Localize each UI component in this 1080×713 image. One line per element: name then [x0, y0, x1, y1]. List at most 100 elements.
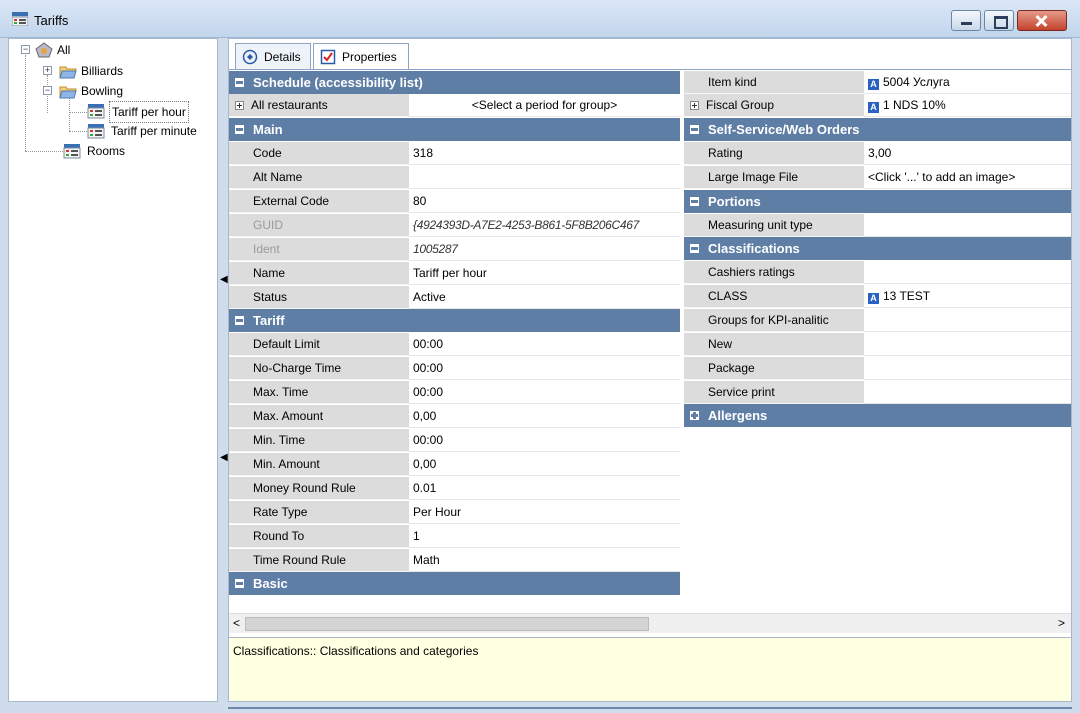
property-row-class[interactable]: CLASS A 13 TEST: [684, 285, 1071, 308]
property-row-external-code[interactable]: External Code 80: [229, 190, 680, 213]
tree-item-tariff-per-hour[interactable]: Tariff per hour: [9, 101, 209, 123]
section-self-service[interactable]: Self-Service/Web Orders: [684, 118, 1071, 141]
collapse-icon[interactable]: [690, 197, 699, 206]
property-value[interactable]: <Click '...' to add an image>: [864, 166, 1071, 189]
property-value[interactable]: 0,00: [409, 453, 680, 476]
details-icon: [242, 49, 258, 65]
property-row-measuring-unit[interactable]: Measuring unit type: [684, 214, 1071, 237]
tab-properties[interactable]: Properties: [313, 43, 409, 69]
section-classifications[interactable]: Classifications: [684, 237, 1071, 260]
property-value[interactable]: [409, 166, 680, 189]
property-value[interactable]: A 5004 Услуга: [864, 71, 1071, 94]
scroll-thumb[interactable]: [245, 617, 649, 631]
property-value[interactable]: [864, 357, 1071, 380]
property-row-name[interactable]: Name Tariff per hour: [229, 262, 680, 285]
property-row-fiscal-group[interactable]: Fiscal Group A 1 NDS 10%: [684, 94, 1071, 117]
property-name: Code: [229, 142, 409, 165]
collapse-icon[interactable]: [690, 125, 699, 134]
property-value[interactable]: 00:00: [409, 333, 680, 356]
tariff-tree: − All + Billiards − Bowling Tariff per h…: [8, 38, 218, 702]
property-row-alt-name[interactable]: Alt Name: [229, 166, 680, 189]
tree-item-bowling[interactable]: − Bowling: [9, 81, 209, 101]
property-name: Rating: [684, 142, 864, 165]
panel-splitter[interactable]: ◀ ◀: [218, 38, 228, 702]
collapse-icon[interactable]: [235, 579, 244, 588]
property-name: Min. Amount: [229, 453, 409, 476]
section-tariff[interactable]: Tariff: [229, 309, 680, 332]
collapse-icon[interactable]: [235, 78, 244, 87]
property-row-new[interactable]: New: [684, 333, 1071, 356]
section-basic[interactable]: Basic: [229, 572, 680, 595]
property-value[interactable]: [864, 214, 1071, 237]
property-name: Money Round Rule: [229, 477, 409, 500]
property-row-default-limit[interactable]: Default Limit 00:00: [229, 333, 680, 356]
section-allergens[interactable]: Allergens: [684, 404, 1071, 427]
property-value[interactable]: 00:00: [409, 429, 680, 452]
maximize-button[interactable]: [984, 10, 1014, 31]
property-row-money-round-rule[interactable]: Money Round Rule 0.01: [229, 477, 680, 500]
property-value[interactable]: <Select a period for group>: [409, 94, 680, 117]
section-main[interactable]: Main: [229, 118, 680, 141]
property-row-time-round-rule[interactable]: Time Round Rule Math: [229, 549, 680, 572]
property-value[interactable]: 0.01: [409, 477, 680, 500]
property-value[interactable]: A 1 NDS 10%: [864, 94, 1071, 117]
tree-item-tariff-per-minute[interactable]: Tariff per minute: [9, 121, 209, 141]
collapse-icon[interactable]: [690, 244, 699, 253]
property-row-groups-kpi[interactable]: Groups for KPI-analitic: [684, 309, 1071, 332]
property-value[interactable]: [864, 333, 1071, 356]
scroll-left-icon[interactable]: <: [233, 616, 240, 630]
property-row-all-restaurants[interactable]: All restaurants <Select a period for gro…: [229, 94, 680, 117]
property-value[interactable]: Tariff per hour: [409, 262, 680, 285]
tab-details[interactable]: Details: [235, 43, 311, 69]
section-portions[interactable]: Portions: [684, 190, 1071, 213]
property-row-rate-type[interactable]: Rate Type Per Hour: [229, 501, 680, 524]
tree-item-billiards[interactable]: + Billiards: [9, 61, 209, 81]
property-value[interactable]: [864, 309, 1071, 332]
property-value[interactable]: 1: [409, 525, 680, 548]
property-row-min-time[interactable]: Min. Time 00:00: [229, 429, 680, 452]
property-value[interactable]: [864, 261, 1071, 284]
property-row-rating[interactable]: Rating 3,00: [684, 142, 1071, 165]
property-value[interactable]: 0,00: [409, 405, 680, 428]
expand-icon[interactable]: [690, 101, 699, 110]
property-row-service-print[interactable]: Service print: [684, 381, 1071, 404]
property-value[interactable]: [864, 381, 1071, 404]
property-row-round-to[interactable]: Round To 1: [229, 525, 680, 548]
property-row-max-time[interactable]: Max. Time 00:00: [229, 381, 680, 404]
property-row-item-kind[interactable]: Item kind A 5004 Услуга: [684, 71, 1071, 94]
property-row-min-amount[interactable]: Min. Amount 0,00: [229, 453, 680, 476]
section-schedule[interactable]: Schedule (accessibility list): [229, 71, 680, 94]
tree-item-rooms[interactable]: Rooms: [9, 141, 209, 161]
collapse-icon[interactable]: −: [43, 86, 52, 95]
tree-item-all[interactable]: − All: [9, 40, 209, 60]
property-row-large-image[interactable]: Large Image File <Click '...' to add an …: [684, 166, 1071, 189]
scroll-right-icon[interactable]: >: [1058, 616, 1065, 630]
property-value[interactable]: Active: [409, 286, 680, 309]
collapse-left-arrow-icon[interactable]: ◀: [220, 452, 228, 463]
property-value[interactable]: 00:00: [409, 381, 680, 404]
property-row-cashiers-ratings[interactable]: Cashiers ratings: [684, 261, 1071, 284]
property-value[interactable]: A 13 TEST: [864, 285, 1071, 308]
reference-badge-icon: A: [868, 79, 879, 90]
collapse-icon[interactable]: [235, 125, 244, 134]
collapse-left-arrow-icon[interactable]: ◀: [220, 274, 228, 285]
property-row-status[interactable]: Status Active: [229, 286, 680, 309]
property-row-max-amount[interactable]: Max. Amount 0,00: [229, 405, 680, 428]
property-value[interactable]: 80: [409, 190, 680, 213]
expand-icon[interactable]: +: [43, 66, 52, 75]
property-value[interactable]: Math: [409, 549, 680, 572]
close-button[interactable]: [1017, 10, 1067, 31]
expand-icon[interactable]: [690, 411, 699, 420]
property-value[interactable]: 00:00: [409, 357, 680, 380]
expand-icon[interactable]: [235, 101, 244, 110]
horizontal-scrollbar[interactable]: < >: [229, 613, 1071, 633]
property-row-code[interactable]: Code 318: [229, 142, 680, 165]
collapse-icon[interactable]: [235, 316, 244, 325]
property-value[interactable]: Per Hour: [409, 501, 680, 524]
property-row-package[interactable]: Package: [684, 357, 1071, 380]
property-value[interactable]: 3,00: [864, 142, 1071, 165]
minimize-button[interactable]: [951, 10, 981, 31]
property-row-no-charge-time[interactable]: No-Charge Time 00:00: [229, 357, 680, 380]
collapse-icon[interactable]: −: [21, 45, 30, 54]
property-value[interactable]: 318: [409, 142, 680, 165]
